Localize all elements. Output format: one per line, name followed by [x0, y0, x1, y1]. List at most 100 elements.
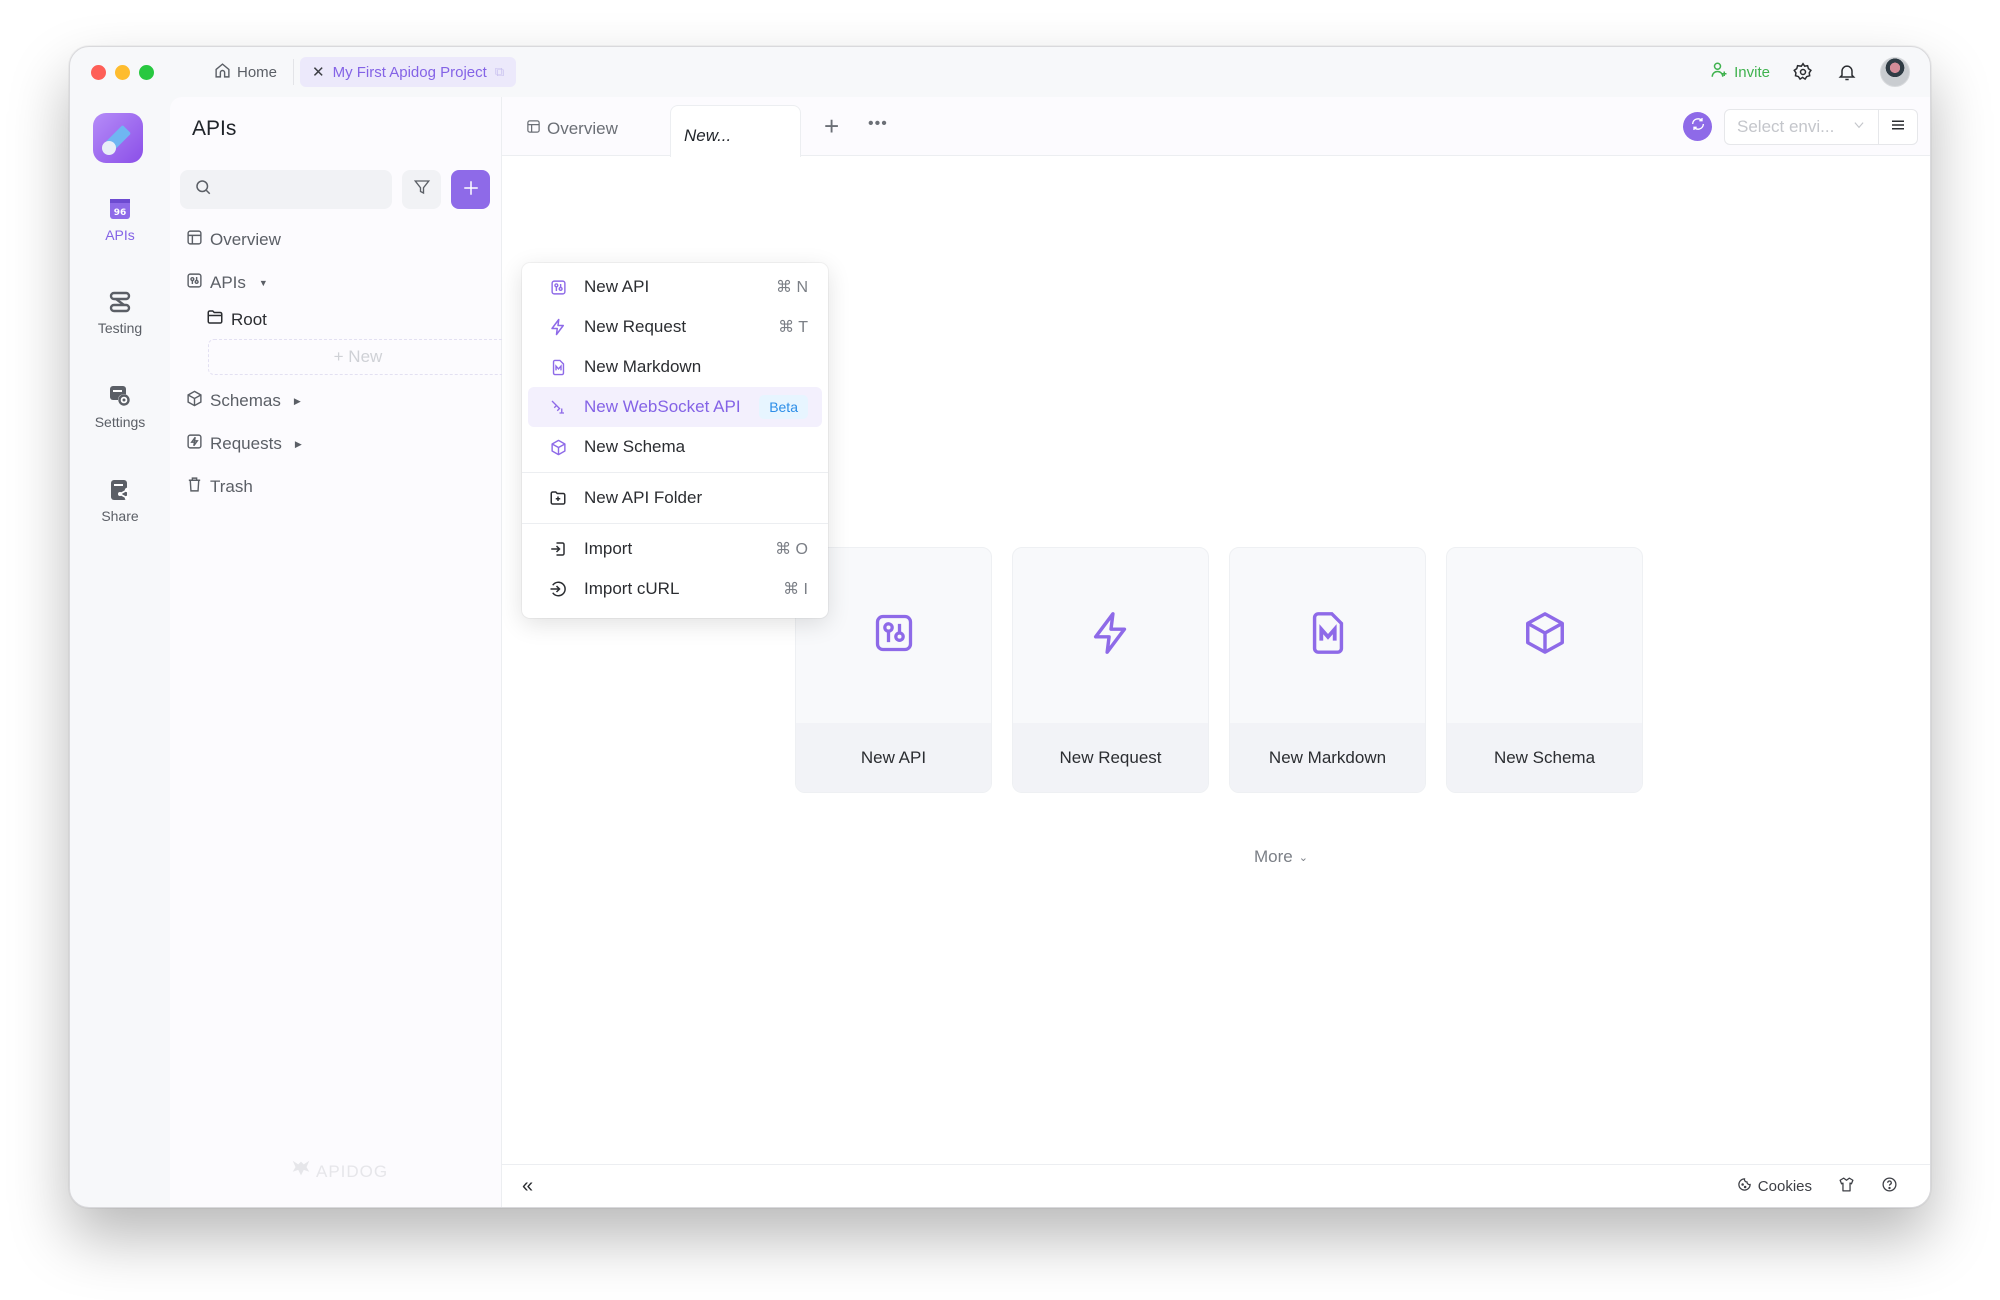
import-circle-icon — [548, 580, 568, 598]
environment-menu-button[interactable] — [1878, 109, 1918, 145]
apidog-watermark: APIDOG — [290, 1158, 388, 1185]
menu-item-new-markdown[interactable]: New Markdown — [528, 347, 822, 387]
tab-divider — [293, 59, 295, 85]
tree-item-schemas[interactable]: Schemas ▶ — [186, 390, 301, 412]
rail-label-apis: APIs — [105, 227, 135, 243]
help-icon[interactable] — [1881, 1176, 1898, 1197]
tab-overview[interactable]: Overview — [526, 119, 618, 139]
home-icon — [214, 62, 231, 83]
menu-item-label: New Markdown — [584, 357, 702, 376]
shortcut-label: ⌘ N — [776, 279, 808, 296]
tree-label-apis: APIs — [210, 273, 246, 292]
menu-item-import-curl[interactable]: Import cURL ⌘ I — [528, 569, 822, 609]
caret-down-icon[interactable]: ▼ — [259, 278, 268, 288]
shortcut-label: ⌘ T — [778, 319, 808, 336]
apis-icon: 96 — [108, 197, 132, 221]
tree-item-requests[interactable]: Requests ▶ — [186, 433, 302, 455]
tab-bar: Overview New... + ••• Select envi... — [502, 97, 1930, 157]
rail-item-settings[interactable]: Settings — [70, 384, 170, 430]
card-label: New Schema — [1447, 723, 1642, 792]
tree-label-requests: Requests — [210, 434, 282, 453]
tree-item-trash[interactable]: Trash — [186, 476, 253, 498]
cube-icon — [1522, 610, 1568, 661]
settings-icon — [108, 384, 132, 408]
hamburger-icon — [1889, 116, 1907, 139]
home-tab[interactable]: Home — [204, 57, 287, 87]
cookies-button[interactable]: Cookies — [1737, 1177, 1812, 1196]
menu-divider — [522, 472, 828, 473]
watermark-text: APIDOG — [316, 1161, 389, 1181]
card-new-markdown[interactable]: New Markdown — [1229, 547, 1426, 793]
filter-button[interactable] — [402, 170, 441, 209]
shortcut-label: ⌘ I — [783, 581, 808, 598]
folder-icon — [206, 308, 224, 331]
tab-new[interactable]: New... — [670, 105, 801, 157]
menu-item-new-request[interactable]: New Request ⌘ T — [528, 307, 822, 347]
more-label: More — [1254, 847, 1293, 866]
environment-select[interactable]: Select envi... — [1724, 109, 1879, 145]
minimize-window-button[interactable] — [115, 64, 130, 80]
invite-button[interactable]: Invite — [1710, 61, 1770, 83]
gear-icon[interactable] — [1792, 61, 1814, 83]
environment-sync-button[interactable] — [1683, 112, 1712, 141]
card-new-schema[interactable]: New Schema — [1446, 547, 1643, 793]
sidebar: APIs Overview APIs ▼ Root + New Schemas … — [170, 97, 508, 1207]
cube-icon — [548, 439, 568, 456]
rail-item-share[interactable]: Share — [70, 478, 170, 524]
project-tab[interactable]: ✕ My First Apidog Project ⧉ — [300, 57, 517, 87]
shortcut-label: ⌘ O — [775, 541, 808, 558]
invite-label: Invite — [1734, 63, 1770, 81]
menu-item-new-schema[interactable]: New Schema — [528, 427, 822, 467]
menu-item-new-websocket-api[interactable]: New WebSocket API Beta — [528, 387, 822, 427]
maximize-window-button[interactable] — [139, 64, 154, 80]
more-button[interactable]: More ⌄ — [1254, 847, 1308, 867]
card-label: New Markdown — [1230, 723, 1425, 792]
close-icon[interactable]: ✕ — [312, 63, 325, 81]
add-user-icon — [1710, 61, 1728, 83]
search-input[interactable] — [180, 170, 392, 209]
rail-label-testing: Testing — [97, 320, 143, 336]
caret-right-icon[interactable]: ▶ — [295, 439, 302, 450]
add-tab-button[interactable]: + — [824, 111, 839, 142]
rail-item-testing[interactable]: Testing — [70, 290, 170, 336]
tree-item-root[interactable]: Root — [206, 308, 267, 331]
menu-item-new-api-folder[interactable]: New API Folder — [528, 478, 822, 518]
more-tabs-button[interactable]: ••• — [868, 115, 888, 133]
external-link-icon[interactable]: ⧉ — [495, 64, 504, 80]
avatar[interactable] — [1880, 57, 1910, 87]
add-button[interactable] — [451, 170, 490, 209]
collapse-sidebar-button[interactable]: « — [522, 1175, 533, 1198]
menu-item-new-api[interactable]: New API ⌘ N — [528, 267, 822, 307]
tree-item-overview[interactable]: Overview — [186, 229, 281, 251]
sidebar-title: APIs — [192, 117, 237, 140]
status-bar: « Cookies — [502, 1164, 1930, 1207]
tree-label-overview: Overview — [210, 230, 281, 249]
menu-divider — [522, 523, 828, 524]
lightning-icon — [1088, 610, 1134, 661]
beta-badge: Beta — [759, 395, 808, 419]
close-window-button[interactable] — [91, 64, 106, 80]
svg-text:96: 96 — [114, 208, 127, 218]
menu-item-import[interactable]: Import ⌘ O — [528, 529, 822, 569]
tree-label-trash: Trash — [210, 477, 253, 496]
menu-item-label: New Schema — [584, 437, 686, 456]
project-tab-label: My First Apidog Project — [332, 63, 487, 81]
new-item-dropdown: New API ⌘ N New Request ⌘ T New Markdown… — [522, 263, 828, 618]
tree-item-apis[interactable]: APIs ▼ — [186, 272, 268, 294]
cube-icon — [186, 390, 203, 412]
filter-icon — [413, 178, 431, 201]
shirt-icon[interactable] — [1838, 1176, 1855, 1197]
card-new-request[interactable]: New Request — [1012, 547, 1209, 793]
left-rail: 96 APIs Testing Settings Share — [70, 97, 170, 1207]
card-label: New API — [796, 723, 991, 792]
menu-item-label: New Request — [584, 317, 687, 336]
share-icon — [108, 478, 132, 502]
plus-icon — [462, 176, 480, 204]
rail-item-apis[interactable]: 96 APIs — [70, 197, 170, 243]
request-icon — [186, 433, 203, 455]
new-item-placeholder[interactable]: + New — [208, 339, 508, 375]
chevron-down-icon: ⌄ — [1298, 851, 1308, 864]
caret-right-icon[interactable]: ▶ — [294, 396, 301, 407]
bell-icon[interactable] — [1836, 61, 1858, 83]
cookie-icon — [1737, 1177, 1752, 1196]
